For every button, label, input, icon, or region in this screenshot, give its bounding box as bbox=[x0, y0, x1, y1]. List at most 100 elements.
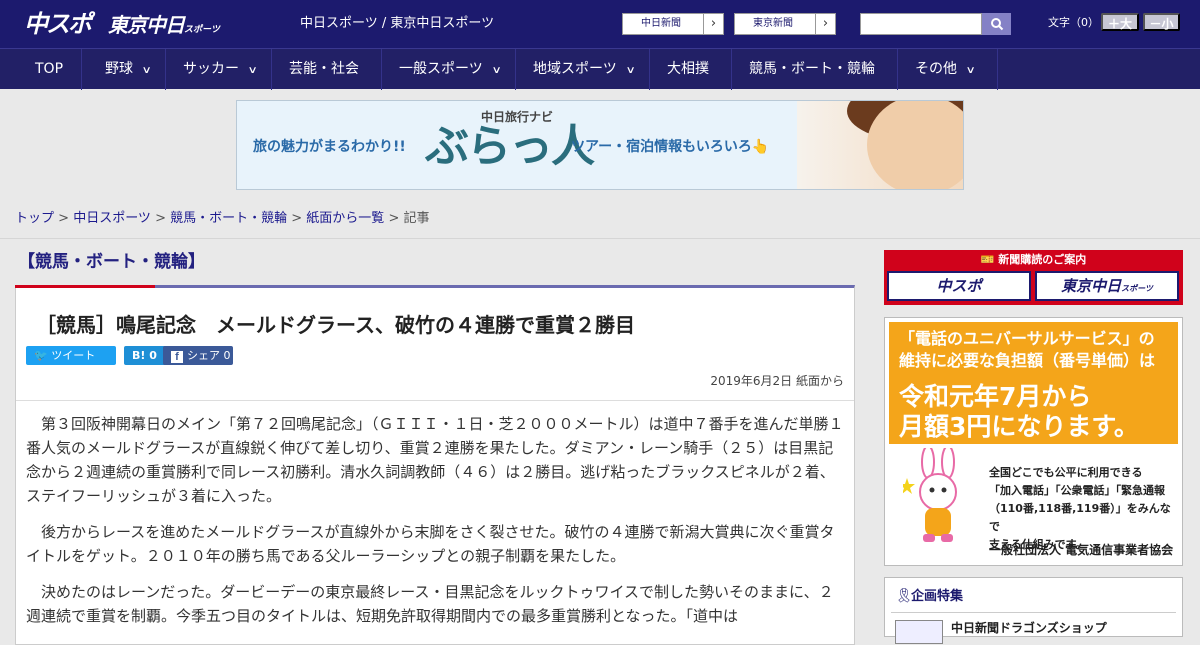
breadcrumb-top[interactable]: トップ bbox=[15, 211, 54, 226]
subscribe-tokyo-label: 東京中日 bbox=[1061, 277, 1122, 295]
nav-divider bbox=[271, 49, 272, 90]
feature-title: 企画特集 bbox=[911, 589, 964, 604]
breadcrumb-chuspo[interactable]: 中日スポーツ bbox=[73, 211, 151, 226]
subscription-header-label: 新聞購読のご案内 bbox=[998, 253, 1087, 266]
article-card: ［競馬］鳴尾記念 メールドグラース、破竹の４連勝で重賞２勝目 🐦 ツイート B!… bbox=[15, 285, 855, 645]
breadcrumb-separator: > bbox=[384, 211, 404, 226]
main-nav: TOP 野球 ∨ サッカー ∨ 芸能・社会 一般スポーツ ∨ 地域スポーツ ∨ 大相撲 … bbox=[0, 48, 1200, 90]
nav-top-label: TOP bbox=[35, 61, 64, 77]
nav-top[interactable]: TOP bbox=[35, 49, 63, 90]
subscribe-tokyo-button[interactable]: 東京中日スポーツ bbox=[1035, 271, 1179, 301]
nav-divider bbox=[381, 49, 382, 90]
twitter-icon: 🐦 bbox=[34, 349, 52, 362]
nav-baseball-label: 野球 bbox=[105, 61, 133, 77]
chevron-right-icon: › bbox=[703, 14, 723, 34]
nav-keiba[interactable]: 競馬・ボート・競輪 bbox=[749, 49, 875, 90]
tweet-button[interactable]: 🐦 ツイート bbox=[26, 346, 116, 365]
breadcrumb-paper-list[interactable]: 紙面から一覧 bbox=[306, 211, 384, 226]
ad-description-line: 「加入電話」「公衆電話」「緊急通報 bbox=[989, 484, 1165, 497]
nav-baseball[interactable]: 野球 ∨ bbox=[105, 49, 152, 90]
nav-entertainment-label: 芸能・社会 bbox=[289, 61, 359, 77]
breadcrumb-separator: > bbox=[150, 211, 171, 226]
article-divider bbox=[16, 400, 854, 401]
banner-photo-face bbox=[867, 101, 963, 189]
subscription-header: 🎫 新聞購読のご案内 bbox=[884, 250, 1183, 269]
nav-general-sports[interactable]: 一般スポーツ ∨ bbox=[399, 49, 502, 90]
article-headline: ［競馬］鳴尾記念 メールドグラース、破竹の４連勝で重賞２勝目 bbox=[36, 313, 635, 337]
feature-item-link[interactable]: 中日新聞ドラゴンズショップ bbox=[951, 620, 1107, 636]
nav-divider bbox=[997, 49, 998, 90]
chevron-down-icon: ∨ bbox=[141, 65, 152, 76]
tokyo-logo-text: 東京中日 bbox=[108, 13, 185, 37]
nav-sumo-label: 大相撲 bbox=[667, 61, 709, 77]
banner-brand: ぶらっ人 bbox=[425, 121, 595, 172]
article-paragraph: 後方からレースを進めたメールドグラースが直線外から末脚をさく裂させた。破竹の４連… bbox=[26, 523, 835, 565]
ad-organization: 一般社団法人 電気通信事業者協会 bbox=[989, 543, 1174, 557]
nav-divider bbox=[515, 49, 516, 90]
nav-entertainment[interactable]: 芸能・社会 bbox=[289, 49, 359, 90]
universal-service-ad[interactable]: 「電話のユニバーサルサービス」の 維持に必要な負担額（番号単価）は 令和元年7月… bbox=[884, 317, 1183, 566]
search-input[interactable] bbox=[860, 13, 982, 35]
nav-other-label: その他 bbox=[915, 61, 957, 77]
nav-soccer-label: サッカー bbox=[183, 61, 239, 77]
breadcrumb-separator: > bbox=[287, 211, 307, 226]
feature-divider bbox=[891, 612, 1176, 613]
search-icon bbox=[990, 18, 1003, 31]
chevron-down-icon: ∨ bbox=[247, 65, 258, 76]
nav-soccer[interactable]: サッカー ∨ bbox=[183, 49, 258, 90]
breadcrumb: トップ > 中日スポーツ > 競馬・ボート・競輪 > 紙面から一覧 > 記事 bbox=[15, 210, 430, 228]
ad-description-line: （110番,118番,119番）」をみんなで bbox=[989, 502, 1171, 533]
tokyo-chunichi-logo[interactable]: 東京中日スポーツ bbox=[108, 10, 220, 45]
category-title: 【競馬・ボート・競輪】 bbox=[18, 252, 205, 272]
font-smaller-button[interactable]: －小 bbox=[1143, 13, 1180, 31]
search-button[interactable] bbox=[982, 13, 1011, 35]
breadcrumb-keiba[interactable]: 競馬・ボート・競輪 bbox=[170, 211, 287, 226]
chevron-down-icon: ∨ bbox=[965, 65, 976, 76]
subscribe-chuspo-button[interactable]: 中スポ bbox=[887, 271, 1031, 301]
rabbit-mascot-icon bbox=[903, 448, 957, 542]
tweet-label: ツイート bbox=[51, 349, 96, 362]
article-accent-bar bbox=[15, 285, 155, 288]
ad-description-line: 全国どこでも公平に利用できる bbox=[989, 466, 1143, 479]
ad-line-1: 「電話のユニバーサルサービス」の bbox=[899, 329, 1155, 348]
article-body: 第３回阪神開幕日のメイン「第７２回鳴尾記念」（ＧＩＩＩ・１日・芝２０００メートル… bbox=[26, 412, 846, 640]
ad-line-2: 維持に必要な負担額（番号単価）は bbox=[899, 351, 1156, 370]
nav-sumo[interactable]: 大相撲 bbox=[667, 49, 709, 90]
nav-other[interactable]: その他 ∨ bbox=[915, 49, 976, 90]
tokyo-logo-small: スポーツ bbox=[184, 25, 220, 35]
chuspo-logo[interactable]: 中スポ bbox=[24, 8, 92, 40]
feature-thumbnail[interactable] bbox=[895, 620, 943, 644]
ticket-icon: 🎫 bbox=[980, 253, 999, 266]
font-size-label: 文字（0） bbox=[1048, 16, 1099, 29]
ad-big-line-2: 月額3円になります。 bbox=[899, 412, 1139, 441]
chevron-down-icon: ∨ bbox=[491, 65, 502, 76]
chevron-right-icon: › bbox=[815, 14, 835, 34]
chunichi-shimbun-button[interactable]: 中日新聞 › bbox=[622, 13, 724, 35]
nav-keiba-label: 競馬・ボート・競輪 bbox=[749, 61, 875, 77]
banner-right-text: ツアー・宿泊情報もいろいろ👆 bbox=[571, 139, 770, 155]
article-paragraph: 決めたのはレーンだった。ダービーデーの東京最終レース・目黒記念をルックトゥワイス… bbox=[26, 583, 834, 625]
chunichi-shimbun-label: 中日新聞 bbox=[641, 18, 681, 29]
nav-local-sports[interactable]: 地域スポーツ ∨ bbox=[533, 49, 636, 90]
nav-divider bbox=[165, 49, 166, 90]
article-date: 2019年6月2日 紙面から bbox=[710, 374, 844, 388]
nav-local-sports-label: 地域スポーツ bbox=[533, 61, 617, 77]
subscription-ad: 🎫 新聞購読のご案内 中スポ 東京中日スポーツ bbox=[884, 250, 1183, 305]
nav-divider bbox=[81, 49, 82, 90]
feature-box: 🎗 企画特集 中日新聞ドラゴンズショップ bbox=[884, 577, 1183, 644]
nav-general-sports-label: 一般スポーツ bbox=[399, 61, 483, 77]
travel-banner-ad[interactable]: 中日旅行ナビ 旅の魅力がまるわかり!! ぶらっ人 ツアー・宿泊情報もいろいろ👆 bbox=[236, 100, 964, 190]
facebook-share-button[interactable]: f シェア 0 bbox=[163, 346, 233, 365]
font-larger-button[interactable]: ＋大 bbox=[1101, 13, 1139, 31]
facebook-icon: f bbox=[171, 351, 183, 363]
banner-left-text: 旅の魅力がまるわかり!! bbox=[253, 139, 406, 155]
nav-divider bbox=[897, 49, 898, 90]
share-label: シェア 0 bbox=[187, 349, 231, 362]
breadcrumb-separator: > bbox=[54, 211, 74, 226]
breadcrumb-current: 記事 bbox=[403, 211, 430, 226]
tokyo-shimbun-button[interactable]: 東京新聞 › bbox=[734, 13, 836, 35]
ad-description: 全国どこでも公平に利用できる 「加入電話」「公衆電話」「緊急通報 （110番,1… bbox=[989, 464, 1179, 554]
nav-divider bbox=[649, 49, 650, 90]
site-names: 中日スポーツ / 東京中日スポーツ bbox=[300, 16, 495, 31]
chevron-down-icon: ∨ bbox=[625, 65, 636, 76]
